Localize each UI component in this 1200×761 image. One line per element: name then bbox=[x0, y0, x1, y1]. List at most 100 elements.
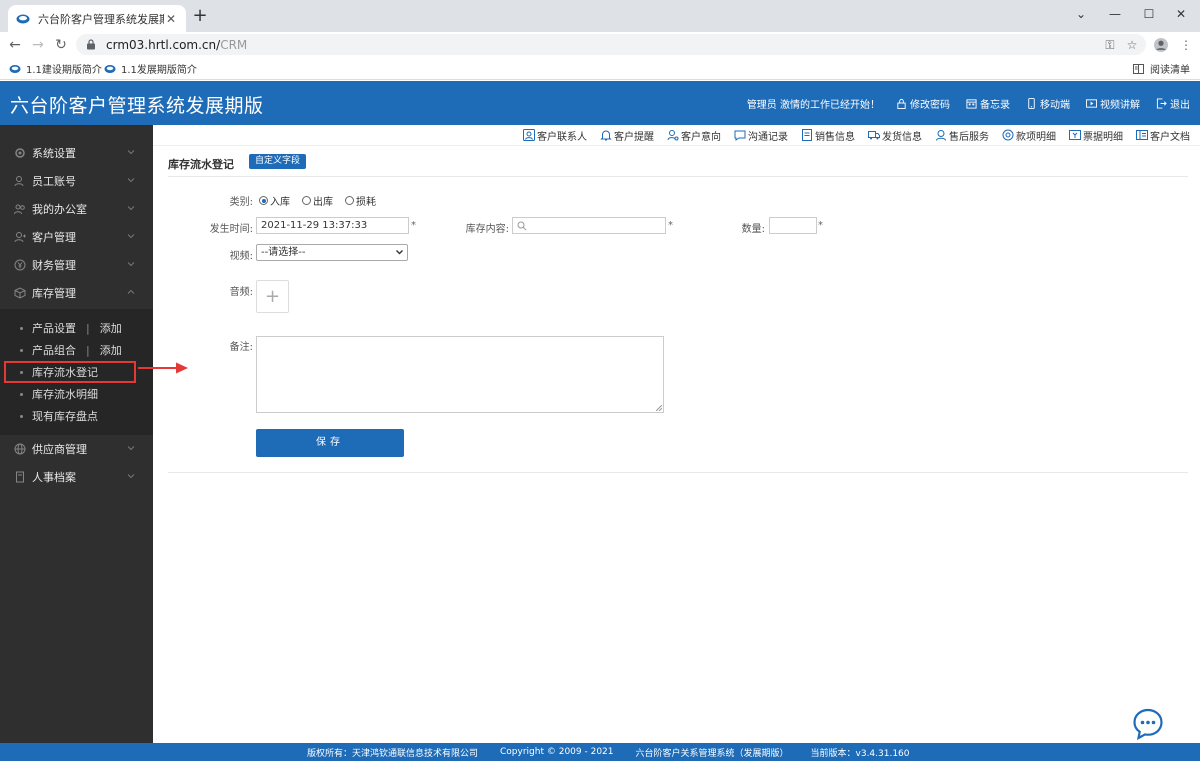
close-window-icon[interactable]: ✕ bbox=[1166, 4, 1196, 24]
chevron-down-icon bbox=[127, 474, 135, 479]
bullet-icon bbox=[20, 326, 23, 330]
sidebar-item-system-settings[interactable]: 系统设置 bbox=[0, 139, 153, 167]
sidebar-item-inventory-management[interactable]: 库存管理 bbox=[0, 279, 153, 307]
sidebar-item-supplier-management[interactable]: 供应商管理 bbox=[0, 435, 153, 463]
browser-tab-bar: 六台阶客户管理系统发展期版 ✕ + ⌄ — ☐ ✕ bbox=[0, 0, 1200, 32]
video-select[interactable]: --请选择-- bbox=[256, 244, 408, 261]
document-icon bbox=[802, 129, 812, 141]
app-header: 六台阶客户管理系统发展期版 管理员 激情的工作已经开始！ 修改密码 备忘录 移动… bbox=[0, 81, 1200, 125]
user-intent-icon bbox=[667, 130, 679, 141]
remark-textarea[interactable] bbox=[256, 336, 664, 413]
new-tab-icon[interactable]: + bbox=[190, 6, 210, 26]
time-label: 发生时间: bbox=[209, 224, 253, 235]
radio-label: 入库 bbox=[270, 197, 290, 208]
box-icon bbox=[14, 287, 26, 299]
lock-icon bbox=[897, 98, 906, 109]
chevron-down-icon bbox=[127, 446, 135, 451]
submenu-item-label: 库存流水登记 bbox=[32, 366, 98, 379]
reading-list-button[interactable]: 阅读清单 bbox=[1133, 61, 1190, 76]
bookmark-favicon-icon bbox=[104, 64, 116, 73]
toolbar-shipping-info[interactable]: 发货信息 bbox=[868, 128, 922, 143]
toolbar-after-sales[interactable]: 售后服务 bbox=[935, 128, 989, 143]
sidebar-item-customer-management[interactable]: 客户管理 bbox=[0, 223, 153, 251]
radio-out-stock[interactable]: 出库 bbox=[302, 193, 333, 208]
close-tab-icon[interactable]: ✕ bbox=[164, 12, 178, 26]
logout-link[interactable]: 退出 bbox=[1156, 96, 1190, 111]
audio-label: 音频: bbox=[229, 287, 253, 298]
file-icon bbox=[16, 471, 24, 483]
toolbar-label: 沟通记录 bbox=[748, 131, 788, 143]
chevron-down-icon bbox=[127, 150, 135, 155]
submenu-add-link[interactable]: 添加 bbox=[100, 320, 122, 336]
bookmark-item[interactable]: 1.1建设期版简介 bbox=[9, 61, 102, 76]
time-input[interactable]: 2021-11-29 13:37:33 bbox=[256, 217, 409, 234]
sidebar-item-label: 我的办公室 bbox=[32, 203, 87, 216]
radio-checked-icon[interactable] bbox=[259, 196, 268, 205]
toolbar-communication-records[interactable]: 沟通记录 bbox=[734, 128, 788, 143]
toolbar-customer-reminders[interactable]: 客户提醒 bbox=[600, 128, 654, 143]
reload-icon[interactable]: ↻ bbox=[51, 35, 71, 55]
inventory-content-input[interactable] bbox=[512, 217, 666, 234]
back-arrow-icon[interactable]: ← bbox=[5, 35, 25, 55]
mobile-label: 移动端 bbox=[1040, 100, 1070, 111]
submenu-item-inventory-flow-register[interactable]: 库存流水登记 bbox=[4, 361, 136, 383]
browser-tab[interactable]: 六台阶客户管理系统发展期版 ✕ bbox=[8, 5, 186, 32]
quantity-input[interactable] bbox=[769, 217, 817, 234]
reading-list-label: 阅读清单 bbox=[1150, 65, 1190, 76]
remark-label: 备注: bbox=[229, 342, 253, 353]
custom-fields-button[interactable]: 自定义字段 bbox=[249, 154, 307, 169]
toolbar-payment-details[interactable]: 款项明细 bbox=[1002, 128, 1056, 143]
toolbar-customer-documents[interactable]: 客户文档 bbox=[1136, 128, 1190, 143]
url-blurred-text: CRM bbox=[220, 37, 248, 52]
toolbar-invoice-details[interactable]: 票据明细 bbox=[1069, 128, 1123, 143]
memo-link[interactable]: 备忘录 bbox=[966, 96, 1010, 111]
change-password-link[interactable]: 修改密码 bbox=[896, 96, 950, 111]
maximize-icon[interactable]: ☐ bbox=[1134, 4, 1164, 24]
logout-icon bbox=[1156, 98, 1167, 109]
radio-label: 出库 bbox=[313, 197, 333, 208]
radio-unchecked-icon[interactable] bbox=[345, 196, 354, 205]
radio-loss[interactable]: 损耗 bbox=[345, 193, 376, 208]
chevron-down-icon bbox=[396, 250, 403, 255]
customer-icon bbox=[14, 232, 26, 243]
radio-in-stock[interactable]: 入库 bbox=[259, 193, 290, 208]
reading-list-icon bbox=[1133, 63, 1144, 74]
mobile-link[interactable]: 移动端 bbox=[1026, 96, 1070, 111]
submenu-item-inventory-flow-detail[interactable]: 库存流水明细 bbox=[0, 383, 153, 405]
resize-grip-icon[interactable] bbox=[656, 405, 662, 411]
video-tutorial-label: 视频讲解 bbox=[1100, 100, 1140, 111]
sidebar-item-my-office[interactable]: 我的办公室 bbox=[0, 195, 153, 223]
bookmark-item[interactable]: 1.1发展期版简介 bbox=[104, 61, 197, 76]
truck-icon bbox=[868, 131, 880, 140]
tab-search-icon[interactable]: ⌄ bbox=[1066, 4, 1096, 24]
submenu-item-label: 产品设置 bbox=[32, 322, 76, 335]
save-button[interactable]: 保存 bbox=[256, 429, 404, 457]
video-tutorial-link[interactable]: 视频讲解 bbox=[1086, 96, 1140, 111]
toolbar-label: 客户联系人 bbox=[537, 131, 587, 143]
chat-support-icon[interactable] bbox=[1132, 708, 1164, 740]
submenu-add-link[interactable]: 添加 bbox=[100, 342, 122, 358]
browser-menu-icon[interactable]: ⋮ bbox=[1176, 35, 1196, 55]
submenu-item-product-settings[interactable]: 产品设置 | 添加 bbox=[0, 317, 153, 339]
url-input[interactable]: crm03.hrtl.com.cn/ CRM bbox=[76, 34, 1146, 55]
forward-arrow-icon[interactable]: → bbox=[28, 35, 48, 55]
sidebar-item-personnel-files[interactable]: 人事档案 bbox=[0, 463, 153, 491]
sidebar-item-label: 财务管理 bbox=[32, 259, 76, 272]
toolbar-sales-info[interactable]: 销售信息 bbox=[801, 128, 855, 143]
globe-icon bbox=[14, 443, 26, 455]
submenu-item-stock-count[interactable]: 现有库存盘点 bbox=[0, 405, 153, 427]
sidebar-item-staff-accounts[interactable]: 员工账号 bbox=[0, 167, 153, 195]
quantity-label: 数量: bbox=[741, 224, 765, 235]
divider bbox=[168, 176, 1188, 177]
submenu-item-product-bundle[interactable]: 产品组合 | 添加 bbox=[0, 339, 153, 361]
address-bar-row: ← → ↻ crm03.hrtl.com.cn/ CRM ⚿ ☆ ⋮ bbox=[0, 32, 1200, 57]
toolbar-customer-intent[interactable]: 客户意向 bbox=[667, 128, 721, 143]
audio-upload-button[interactable]: + bbox=[256, 280, 289, 313]
sidebar-item-finance-management[interactable]: 财务管理 bbox=[0, 251, 153, 279]
star-bookmark-icon[interactable]: ☆ bbox=[1122, 35, 1142, 55]
minimize-icon[interactable]: — bbox=[1100, 4, 1130, 24]
radio-unchecked-icon[interactable] bbox=[302, 196, 311, 205]
key-icon[interactable]: ⚿ bbox=[1100, 35, 1120, 55]
profile-avatar-icon[interactable] bbox=[1151, 35, 1171, 55]
toolbar-customer-contacts[interactable]: 客户联系人 bbox=[523, 128, 587, 143]
